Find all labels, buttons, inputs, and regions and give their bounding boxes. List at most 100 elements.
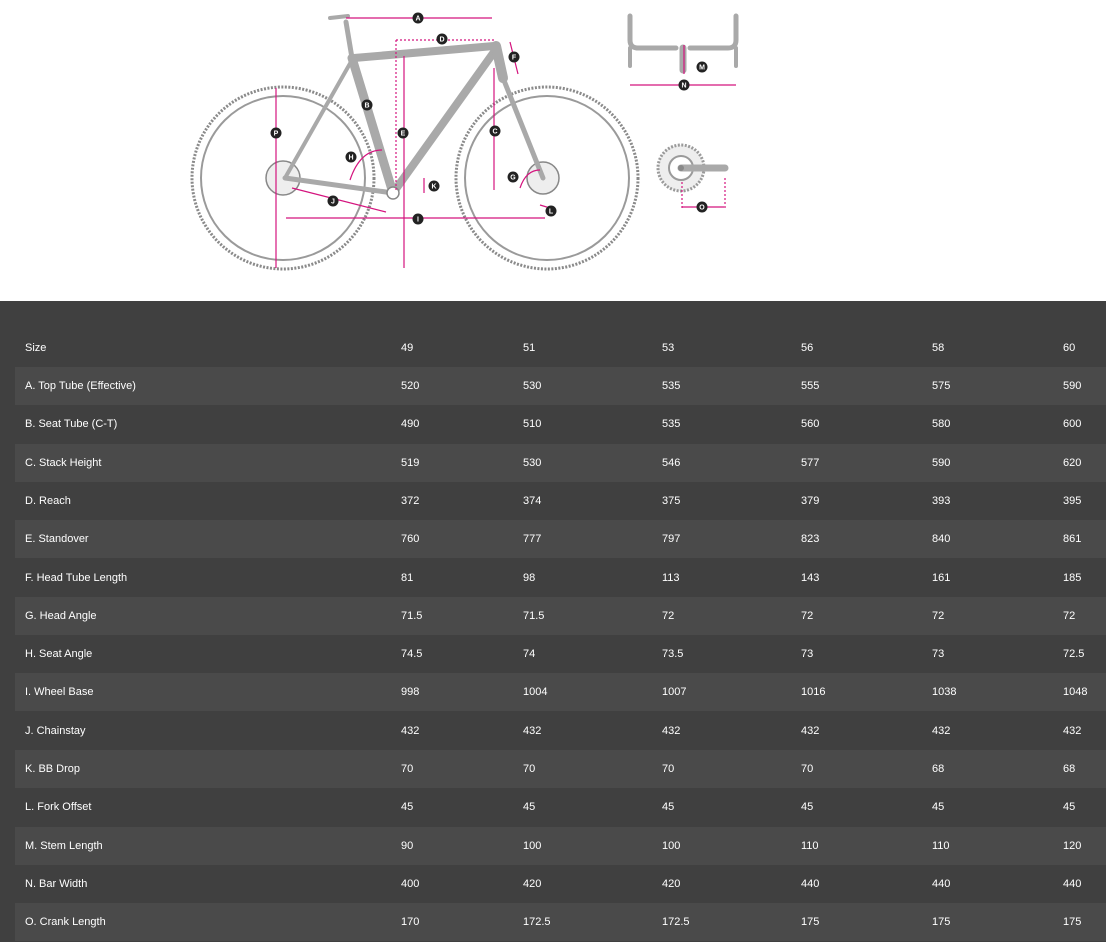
table-cell: 440	[932, 877, 951, 890]
badge-letter-H: H	[348, 155, 353, 162]
badge-letter-D: D	[439, 37, 444, 44]
table-cell: 172.5	[523, 916, 551, 929]
size-header: 58	[932, 342, 945, 354]
table-row: F. Head Tube Length 81 98 113 143 161 185	[15, 559, 1106, 597]
table-cell: 823	[801, 533, 820, 546]
badge-letter-P: P	[274, 131, 279, 138]
table-cell: 73.5	[662, 648, 684, 661]
table-cell: 73	[801, 648, 814, 661]
table-row: A. Top Tube (Effective) 520 530 535 555 575 59…	[15, 367, 1106, 405]
size-header: 56	[801, 342, 814, 354]
badge-P: P	[270, 127, 282, 139]
table-cell: 170	[401, 916, 420, 929]
size-header: 51	[523, 342, 536, 354]
table-cell: 530	[523, 380, 542, 392]
table-cell: 110	[932, 839, 950, 852]
row-label: F. Head Tube Length	[25, 571, 128, 584]
badge-letter-N: N	[681, 83, 686, 90]
badge-K: K	[428, 180, 440, 192]
table-cell: 172.5	[662, 916, 690, 929]
table-row: J. Chainstay 432 432 432 432 432 432	[15, 712, 1106, 750]
table-cell: 420	[523, 877, 542, 890]
table-cell: 490	[401, 418, 420, 431]
table-cell: 432	[932, 724, 951, 737]
table-row: I. Wheel Base 998 1004 1007 1016 1038 1048	[15, 673, 1106, 712]
table-cell: 432	[523, 724, 542, 737]
table-cell: 546	[662, 456, 681, 469]
table-row: D. Reach 372 374 375 379 393 395	[15, 482, 1106, 520]
badge-I: I	[412, 213, 424, 225]
badge-letter-A: A	[415, 16, 420, 23]
header-label: Size	[25, 342, 47, 354]
row-label: B. Seat Tube (C-T)	[25, 418, 118, 431]
table-cell: 432	[1063, 724, 1082, 737]
row-label: K. BB Drop	[25, 763, 81, 775]
badge-letter-G: G	[510, 175, 516, 182]
table-header-row: Size 49 51 53 56 58 60	[15, 329, 1106, 367]
badge-J: J	[327, 195, 339, 207]
table-cell: 70	[401, 763, 414, 775]
table-cell: 395	[1063, 494, 1082, 507]
table-cell: 1038	[932, 686, 957, 699]
badge-letter-M: M	[699, 65, 705, 72]
table-cell: 45	[801, 801, 814, 814]
table-cell: 861	[1063, 533, 1082, 546]
table-cell: 1007	[662, 686, 687, 699]
table-cell: 560	[801, 418, 820, 431]
table-cell: 45	[401, 801, 414, 814]
table-cell: 1004	[523, 686, 548, 699]
table-cell: 70	[662, 763, 675, 775]
badge-F: F	[508, 51, 520, 63]
table-cell: 590	[932, 456, 951, 469]
table-cell: 110	[801, 839, 819, 852]
badge-C: C	[489, 125, 501, 137]
table-cell: 374	[523, 494, 542, 507]
table-cell: 161	[932, 571, 951, 584]
table-cell: 72	[801, 609, 814, 622]
badge-N: N	[678, 79, 690, 91]
geometry-diagram-svg: A B C D E F G H I J K L M N O P	[190, 12, 739, 271]
geometry-diagram: A B C D E F G H I J K L M N O P	[0, 0, 1106, 301]
badge-B: B	[361, 99, 373, 111]
table-cell: 440	[1063, 877, 1082, 890]
table-cell: 100	[662, 839, 681, 852]
table-row: K. BB Drop 70 70 70 70 68 68	[15, 750, 1106, 788]
handlebar-illustration	[627, 13, 739, 74]
table-row: E. Standover 760 777 797 823 840 861	[15, 520, 1106, 559]
table-cell: 71.5	[523, 609, 545, 622]
table-cell: 375	[662, 494, 681, 507]
table-cell: 70	[801, 763, 814, 775]
table-cell: 45	[662, 801, 675, 814]
bike-illustration	[190, 14, 640, 271]
crank-illustration	[656, 143, 729, 193]
badge-O: O	[696, 201, 708, 213]
table-cell: 600	[1063, 418, 1082, 431]
table-cell: 420	[662, 877, 681, 890]
table-cell: 535	[662, 380, 681, 392]
frame	[282, 14, 546, 198]
badge-letter-E: E	[401, 131, 406, 138]
row-label: L. Fork Offset	[25, 801, 92, 814]
table-cell: 120	[1063, 839, 1082, 852]
badge-letter-F: F	[512, 55, 517, 62]
table-cell: 379	[801, 494, 820, 507]
row-label: M. Stem Length	[25, 839, 103, 852]
row-label: I. Wheel Base	[25, 686, 94, 699]
badge-H: H	[345, 151, 357, 163]
table-cell: 90	[401, 839, 414, 852]
table-cell: 72	[662, 609, 675, 622]
table-cell: 100	[523, 839, 542, 852]
table-cell: 72	[1063, 609, 1076, 622]
badge-M: M	[696, 61, 708, 73]
table-cell: 81	[401, 571, 414, 584]
badge-G: G	[507, 171, 519, 183]
table-cell: 72.5	[1063, 648, 1085, 661]
bottom-bracket	[386, 186, 400, 200]
table-cell: 45	[932, 801, 945, 814]
row-label: O. Crank Length	[25, 916, 106, 929]
table-cell: 998	[401, 686, 420, 699]
table-cell: 510	[523, 418, 542, 431]
row-label: C. Stack Height	[25, 456, 102, 469]
table-cell: 175	[1063, 916, 1082, 929]
row-label: G. Head Angle	[25, 609, 97, 622]
